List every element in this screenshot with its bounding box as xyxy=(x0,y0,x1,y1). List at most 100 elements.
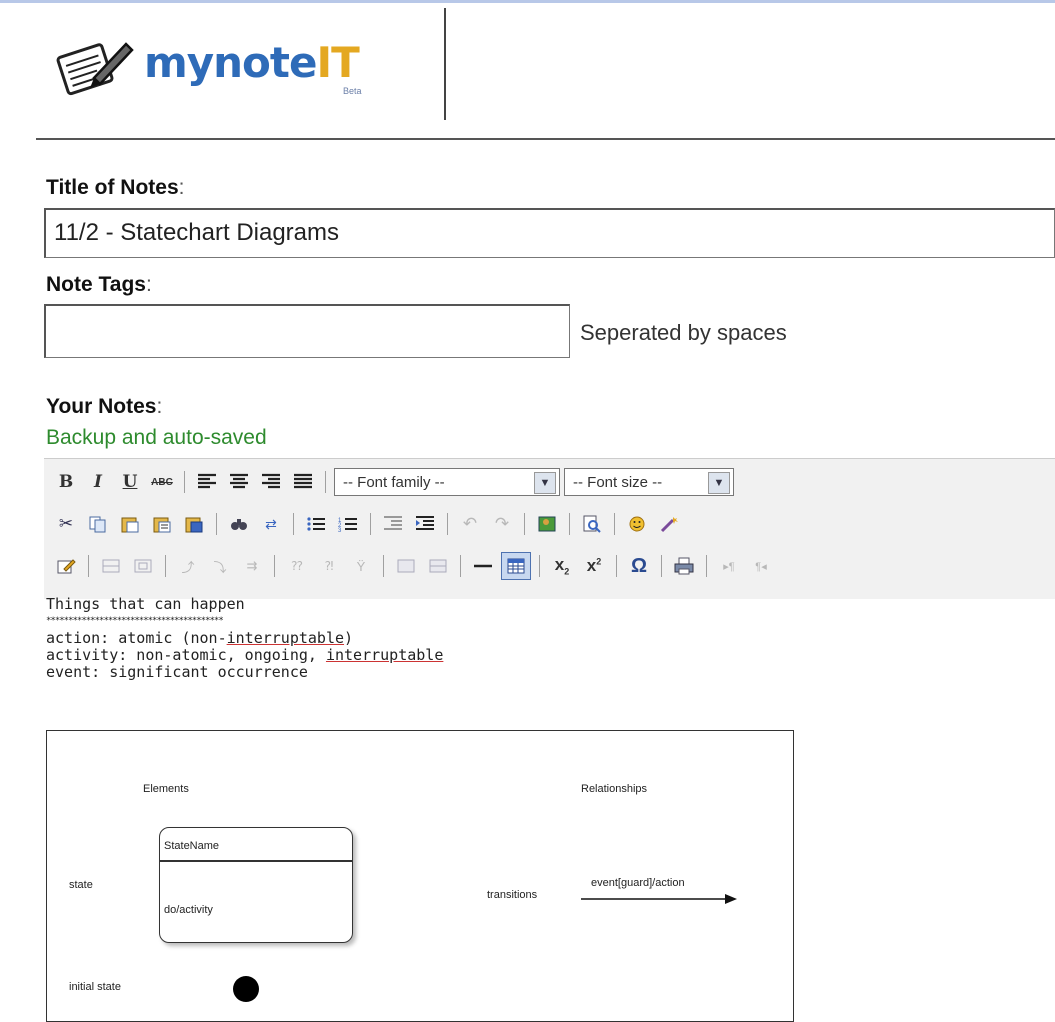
scissors-icon: ✂ xyxy=(58,514,74,533)
absolute-position-button[interactable] xyxy=(129,553,157,579)
title-input-value: 11/2 - Statechart Diagrams xyxy=(54,219,340,246)
rtl-button[interactable]: ¶◂ xyxy=(747,553,775,579)
underline-button[interactable]: U xyxy=(116,469,144,495)
image-icon xyxy=(538,516,556,532)
initial-state-label: initial state xyxy=(69,981,121,993)
special-char-button[interactable]: Ω xyxy=(625,553,653,579)
paste-text-button[interactable] xyxy=(148,511,176,537)
outdent-button[interactable] xyxy=(379,511,407,537)
subscript-icon: x2 xyxy=(554,555,570,577)
merge-button[interactable]: ⇉ xyxy=(238,553,266,579)
paste-word-button[interactable] xyxy=(180,511,208,537)
ltr-button[interactable]: ▸¶ xyxy=(715,553,743,579)
logo-wordmark: mynoteIT xyxy=(144,38,360,87)
copy-icon xyxy=(89,516,106,533)
bullet-list-button[interactable] xyxy=(302,511,330,537)
superscript-icon: x2 xyxy=(586,556,602,575)
transition-label: transitions xyxy=(487,889,538,901)
top-border xyxy=(0,0,1055,3)
paste-word-icon xyxy=(185,517,203,533)
split-cell-button[interactable]: Ÿ xyxy=(347,553,375,579)
insert-layer-button[interactable] xyxy=(97,553,125,579)
paste-icon xyxy=(121,517,139,533)
logo[interactable]: mynoteIT Beta xyxy=(48,30,408,110)
notes-editor[interactable]: Things that can happen *****************… xyxy=(46,596,443,681)
strikethrough-button[interactable]: ABC xyxy=(148,469,176,495)
copy-button[interactable] xyxy=(84,511,112,537)
bullet-list-icon xyxy=(307,517,325,531)
edit-pencil-icon xyxy=(57,559,76,574)
printer-icon xyxy=(674,557,694,575)
ltr-icon: ▸¶ xyxy=(723,560,735,573)
align-center-icon xyxy=(230,473,248,489)
state-shape: StateName do/activity xyxy=(159,827,353,943)
binoculars-icon xyxy=(231,519,247,530)
wand-icon xyxy=(660,517,678,533)
move-forward-icon: ⤴ xyxy=(181,559,195,575)
logo-beta-badge: Beta xyxy=(343,86,362,96)
print-button[interactable] xyxy=(670,553,698,579)
layer-icon xyxy=(102,559,120,573)
align-justify-icon xyxy=(294,473,312,489)
numbered-list-icon: 123 xyxy=(338,518,357,533)
absolute-icon xyxy=(134,559,152,573)
indent-button[interactable] xyxy=(411,511,439,537)
svg-text:3: 3 xyxy=(338,528,342,533)
editor-separator: **************************************** xyxy=(46,616,224,626)
move-backward-icon: ⤵ xyxy=(213,559,227,575)
horizontal-rule-button[interactable] xyxy=(469,553,497,579)
cut-button[interactable]: ✂ xyxy=(52,511,80,537)
editor-line: action: atomic (non-interruptable) xyxy=(46,629,354,647)
outdent-icon xyxy=(384,516,402,530)
elements-heading: Elements xyxy=(143,783,189,795)
editor-line: Things that can happen xyxy=(46,595,245,613)
move-backward-button[interactable]: ⤵ xyxy=(206,553,234,579)
state-name: StateName xyxy=(164,840,220,852)
insert-image-button[interactable] xyxy=(533,511,561,537)
bold-button[interactable]: B xyxy=(52,469,80,495)
align-right-button[interactable] xyxy=(257,469,285,495)
paste-button[interactable] xyxy=(116,511,144,537)
editor-line: activity: non-atomic, ongoing, interrupt… xyxy=(46,646,444,664)
merge-icon: ⇉ xyxy=(246,558,258,573)
table-row-before-button[interactable]: ⁇ xyxy=(283,553,311,579)
cell-props-icon xyxy=(429,559,447,573)
statechart-diagram-image: Elements Relationships state StateName d… xyxy=(46,730,794,1022)
initial-state-dot xyxy=(233,976,259,1002)
split-icon: Ÿ xyxy=(356,558,366,574)
table-props-button[interactable] xyxy=(392,553,420,579)
align-justify-button[interactable] xyxy=(289,469,317,495)
tags-input[interactable] xyxy=(44,304,570,358)
notepad-pen-icon xyxy=(56,42,134,96)
smiley-icon xyxy=(629,516,645,532)
title-input[interactable]: 11/2 - Statechart Diagrams xyxy=(44,208,1055,258)
numbered-list-button[interactable]: 123 xyxy=(334,511,362,537)
redo-button[interactable]: ↷ xyxy=(488,511,516,537)
insert-table-button[interactable] xyxy=(501,552,531,580)
notes-label: Your Notes: xyxy=(46,395,163,418)
omega-icon: Ω xyxy=(630,554,648,577)
undo-button[interactable]: ↶ xyxy=(456,511,484,537)
align-left-button[interactable] xyxy=(193,469,221,495)
table-row-after-button[interactable]: ⁈ xyxy=(315,553,343,579)
align-center-button[interactable] xyxy=(225,469,253,495)
font-size-select[interactable]: -- Font size -- ▼ xyxy=(564,468,734,496)
find-button[interactable] xyxy=(225,511,253,537)
italic-button[interactable]: I xyxy=(84,469,112,495)
edit-css-button[interactable] xyxy=(52,553,80,579)
cleanup-button[interactable] xyxy=(655,511,683,537)
align-left-icon xyxy=(198,473,216,489)
subscript-button[interactable]: x2 xyxy=(548,553,576,579)
font-family-select[interactable]: -- Font family -- ▼ xyxy=(334,468,560,496)
paste-text-icon xyxy=(153,517,171,533)
redo-icon: ↷ xyxy=(494,514,510,533)
superscript-button[interactable]: x2 xyxy=(580,553,608,579)
transition-arrow xyxy=(581,894,737,904)
move-forward-button[interactable]: ⤴ xyxy=(174,553,202,579)
emoticon-button[interactable] xyxy=(623,511,651,537)
replace-button[interactable]: ⇄ xyxy=(257,511,285,537)
magnifier-page-icon xyxy=(583,515,601,533)
cell-props-button[interactable] xyxy=(424,553,452,579)
table-row-icon: ⁈ xyxy=(324,559,334,573)
preview-button[interactable] xyxy=(578,511,606,537)
